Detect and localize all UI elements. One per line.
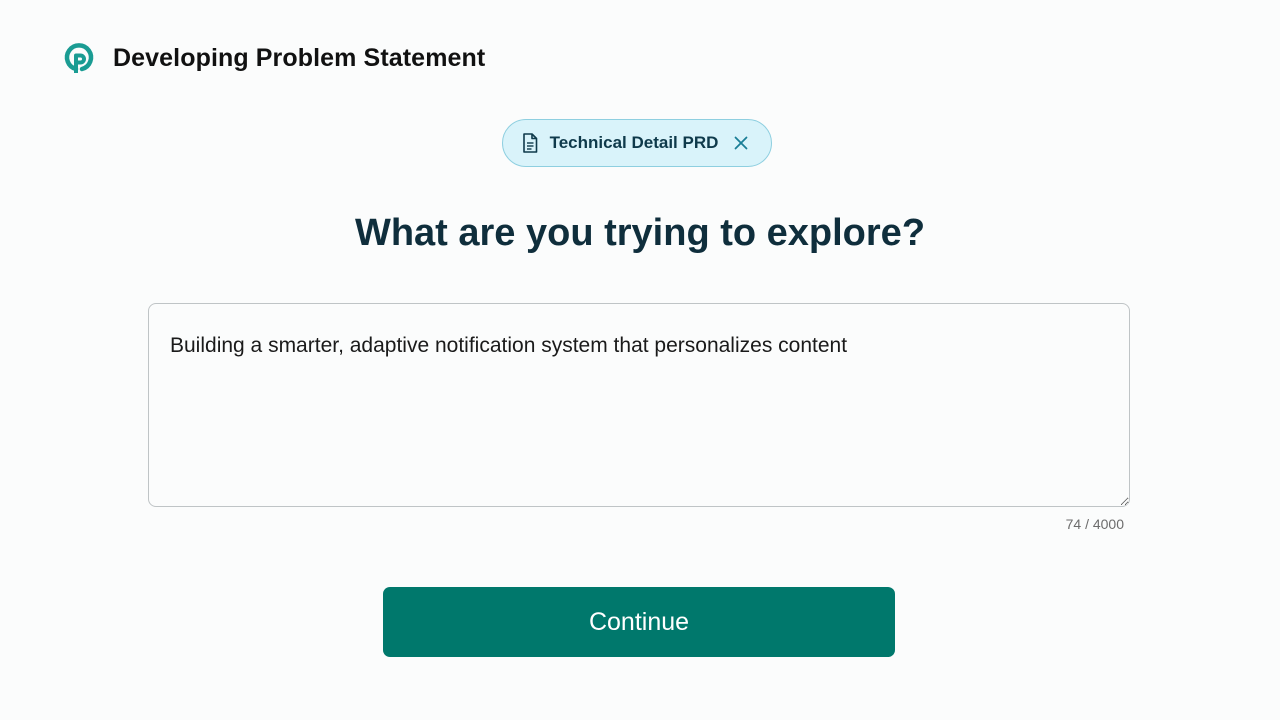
explore-input[interactable]: Building a smarter, adaptive notificatio… (148, 303, 1130, 507)
header: Developing Problem Statement (63, 42, 485, 74)
document-icon (522, 133, 537, 153)
character-count: 74 / 4000 (1065, 516, 1124, 532)
brand-logo-icon (64, 43, 94, 73)
chip-label: Technical Detail PRD (549, 133, 719, 152)
page-title: Developing Problem Statement (113, 43, 486, 72)
chip-remove-button[interactable] (730, 132, 752, 154)
question-heading: What are you trying to explore? (354, 212, 926, 254)
continue-button[interactable]: Continue (383, 587, 895, 657)
page: Developing Problem Statement Technical D… (0, 0, 1280, 720)
explore-input-container: Building a smarter, adaptive notificatio… (148, 303, 1130, 507)
template-chip: Technical Detail PRD (502, 119, 772, 167)
close-icon (734, 136, 748, 150)
